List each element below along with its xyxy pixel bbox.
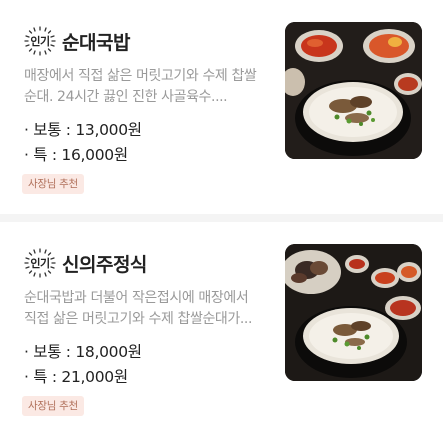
- title-row: 인기 순대국밥: [22, 26, 130, 56]
- price-large: · 특 : 16,000원: [24, 146, 128, 164]
- popular-badge: 인기: [22, 26, 58, 56]
- section-divider: [0, 214, 443, 222]
- price-large: · 특 : 21,000원: [24, 368, 128, 386]
- set-meal-photo-icon: [285, 244, 422, 381]
- owner-recommend-tag: 사장님 추천: [22, 174, 84, 194]
- popular-badge: 인기: [22, 248, 58, 278]
- title-row: 인기 신의주정식: [22, 248, 147, 278]
- menu-item-description: 순대국밥과 더불어 작은접시에 매장에서 직접 삶은 머릿고기와 수제 찹쌀순대…: [24, 290, 253, 327]
- price-regular: · 보통 : 18,000원: [24, 343, 142, 361]
- gukbap-photo-icon: [285, 22, 422, 159]
- menu-item-sundae-gukbap[interactable]: 인기 순대국밥 매장에서 직접 삶은 머릿고기와 수제 찹쌀 순대. 24시간 …: [0, 0, 443, 217]
- menu-item-photo[interactable]: [285, 244, 422, 381]
- menu-item-sinuiju-set[interactable]: 인기 신의주정식 순대국밥과 더불어 작은접시에 매장에서 직접 삶은 머릿고기…: [0, 222, 443, 437]
- popular-badge-label: 인기: [30, 257, 50, 270]
- owner-recommend-tag: 사장님 추천: [22, 396, 84, 416]
- menu-item-name: 신의주정식: [62, 253, 147, 276]
- menu-item-description: 매장에서 직접 삶은 머릿고기와 수제 찹쌀 순대. 24시간 끓인 진한 사골…: [24, 68, 257, 105]
- menu-item-name: 순대국밥: [62, 31, 130, 54]
- price-regular: · 보통 : 13,000원: [24, 121, 142, 139]
- menu-list: 인기 순대국밥 매장에서 직접 삶은 머릿고기와 수제 찹쌀 순대. 24시간 …: [0, 0, 443, 437]
- menu-item-photo[interactable]: [285, 22, 422, 159]
- popular-badge-label: 인기: [30, 35, 50, 48]
